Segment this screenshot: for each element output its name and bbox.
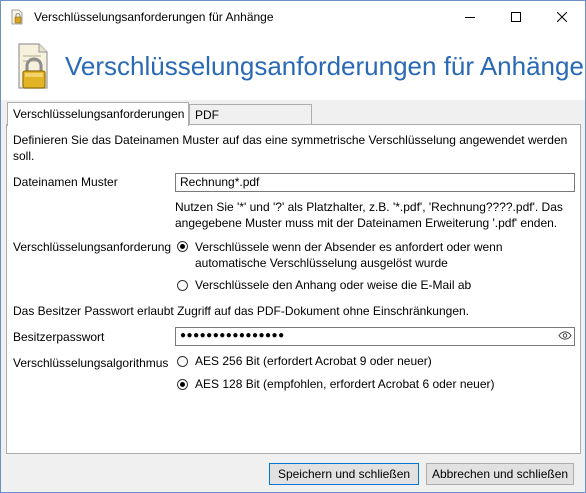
radio-aes-256[interactable] (177, 356, 188, 367)
document-lock-icon (18, 43, 48, 89)
owner-password-input[interactable]: ●●●●●●●●●●●●●●●● (175, 327, 575, 346)
tab-encryption-requirements[interactable]: Verschlüsselungsanforderungen (7, 102, 189, 126)
owner-password-value: ●●●●●●●●●●●●●●●● (180, 330, 285, 341)
close-button[interactable] (539, 1, 585, 32)
pattern-hint: Nutzen Sie '*' und '?' als Platzhalter, … (175, 200, 563, 230)
radio-encrypt-on-request[interactable] (177, 241, 188, 252)
cancel-and-close-button[interactable]: Abbrechen und schließen (426, 463, 574, 485)
algorithm-label: Verschlüsselungsalgorithmus (13, 356, 169, 370)
requirement-label: Verschlüsselungsanforderung (13, 240, 172, 254)
pattern-value: Rechnung*.pdf (180, 175, 260, 189)
title-bar[interactable]: Verschlüsselungsanforderungen für Anhäng… (1, 1, 585, 32)
pattern-label: Dateinamen Muster (13, 175, 118, 189)
maximize-icon (511, 11, 521, 22)
dialog-window: Verschlüsselungsanforderungen für Anhäng… (0, 0, 586, 493)
close-icon (557, 11, 567, 22)
tab-pdf-restrictions[interactable]: PDF Einschränkungen (189, 104, 312, 142)
dialog-header: Verschlüsselungsanforderungen für Anhäng… (1, 32, 585, 100)
pattern-input[interactable]: Rechnung*.pdf (175, 173, 575, 192)
minimize-icon (465, 16, 475, 18)
reveal-password-icon[interactable] (558, 331, 572, 340)
radio-label-encrypt-on-request[interactable]: Verschlüssele wenn der Absender es anfor… (195, 239, 577, 271)
radio-label-aes-128[interactable]: AES 128 Bit (empfohlen, erfordert Acroba… (195, 377, 495, 391)
radio-encrypt-or-reject[interactable] (177, 280, 188, 291)
header-title: Verschlüsselungsanforderungen für Anhäng… (65, 51, 584, 81)
radio-label-encrypt-or-reject[interactable]: Verschlüssele den Anhang oder weise die … (195, 278, 471, 292)
radio-label-aes-256[interactable]: AES 256 Bit (erfordert Acrobat 9 oder ne… (195, 354, 432, 368)
document-lock-icon (11, 9, 23, 25)
maximize-button[interactable] (493, 1, 539, 32)
minimize-button[interactable] (447, 1, 493, 32)
intro-text: Definieren Sie das Dateinamen Muster auf… (13, 133, 568, 163)
owner-info-text: Das Besitzer Passwort erlaubt Zugriff au… (13, 304, 469, 318)
radio-aes-128[interactable] (177, 379, 188, 390)
tab-bar: Verschlüsselungsanforderungen PDF Einsch… (7, 102, 579, 142)
window-title: Verschlüsselungsanforderungen für Anhäng… (34, 10, 274, 24)
owner-password-label: Besitzerpasswort (13, 330, 105, 344)
save-and-close-button[interactable]: Speichern und schließen (269, 463, 419, 485)
tab-label: Verschlüsselungsanforderungen (13, 107, 185, 121)
